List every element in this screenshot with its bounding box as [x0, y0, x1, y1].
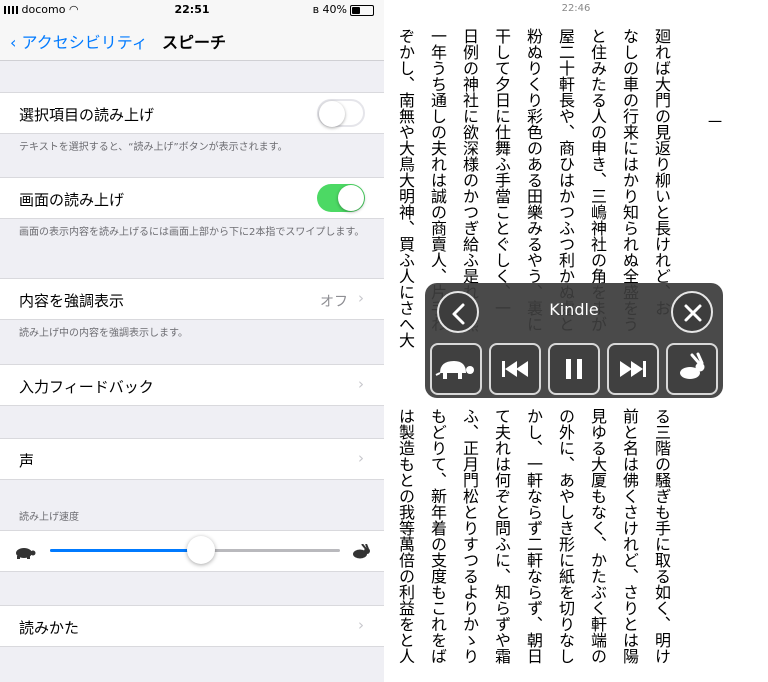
- slower-button[interactable]: [430, 343, 482, 395]
- bluetooth-icon: ʙ: [312, 3, 320, 16]
- pronunciations-row[interactable]: 読みかた ›: [0, 605, 384, 647]
- close-icon: [684, 304, 702, 322]
- pause-icon: [566, 359, 582, 379]
- text-column-top: 干して夕日に仕舞ふ手當ことぐしく、一: [492, 28, 511, 316]
- speaking-rate-header: 読み上げ速度: [19, 512, 79, 523]
- turtle-icon: [435, 361, 474, 379]
- status-bar: docomo ◠ 22:51 ʙ 40%: [0, 0, 384, 20]
- back-label: アクセシビリティ: [21, 33, 148, 52]
- pronunciations-label: 読みかた: [19, 619, 80, 637]
- speak-selection-row[interactable]: 選択項目の読み上げ: [0, 92, 384, 134]
- toggle-knob: [319, 101, 345, 127]
- skip-back-button[interactable]: [489, 343, 541, 395]
- turtle-icon: [16, 548, 36, 559]
- skip-forward-button[interactable]: [607, 343, 659, 395]
- chevron-left-icon: ‹: [10, 33, 17, 52]
- highlight-content-value: オフ: [320, 294, 348, 310]
- speak-selection-label: 選択項目の読み上げ: [19, 106, 155, 124]
- speech-controller: Kindle: [425, 283, 723, 398]
- speak-selection-note: テキストを選択すると、“読み上げ”ボタンが表示されます。: [19, 142, 288, 153]
- skip-back-icon: [502, 361, 528, 377]
- text-column-top: ぞかし、南無や大鳥大明神、買ふ人にさへ大: [396, 28, 415, 348]
- battery-percent: 40%: [322, 3, 347, 16]
- close-button[interactable]: [671, 291, 713, 333]
- speak-screen-row[interactable]: 画面の読み上げ: [0, 177, 384, 219]
- settings-screen: docomo ◠ 22:51 ʙ 40% ‹ アクセシビリティ スピーチ 選択項…: [0, 0, 384, 682]
- skip-forward-icon: [620, 361, 646, 377]
- highlight-content-note: 読み上げ中の内容を強調表示します。: [19, 328, 188, 339]
- battery-icon: [350, 4, 374, 16]
- chevron-right-icon: ›: [358, 616, 364, 634]
- slider-fill: [50, 549, 201, 552]
- voices-row[interactable]: 声 ›: [0, 438, 384, 480]
- speak-screen-toggle[interactable]: [317, 184, 365, 212]
- voices-label: 声: [19, 452, 35, 470]
- faster-button[interactable]: [666, 343, 718, 395]
- nav-bar: ‹ アクセシビリティ スピーチ: [0, 20, 384, 61]
- chevron-right-icon: ›: [358, 289, 364, 307]
- speaking-rate-slider[interactable]: [50, 536, 340, 564]
- chevron-right-icon: ›: [358, 375, 364, 393]
- toggle-knob: [338, 185, 364, 211]
- typing-feedback-row[interactable]: 入力フィードバック ›: [0, 364, 384, 406]
- speak-screen-label: 画面の読み上げ: [19, 191, 125, 209]
- page-mark: 一: [708, 115, 722, 131]
- status-right: ʙ 40%: [313, 3, 374, 16]
- highlight-content-label: 内容を強調表示: [19, 292, 125, 310]
- text-column-top: 廻れば大門の見返り柳いと長けれど、お: [652, 28, 671, 316]
- slider-knob[interactable]: [186, 536, 215, 564]
- back-button[interactable]: ‹ アクセシビリティ: [10, 29, 148, 53]
- typing-feedback-label: 入力フィードバック: [19, 378, 154, 396]
- speak-selection-toggle[interactable]: [317, 99, 365, 127]
- text-column: ぞかし、南無や大鳥大明神、買ふ人にさへ大は製造もとの我等萬倍の利益をと人ごとに: [393, 28, 417, 668]
- page-title: スピーチ: [162, 33, 227, 52]
- rabbit-icon: [353, 544, 370, 559]
- rabbit-icon: [680, 352, 705, 379]
- highlight-content-row[interactable]: 内容を強調表示 オフ ›: [0, 278, 384, 320]
- chevron-right-icon: ›: [358, 449, 364, 467]
- speak-screen-note: 画面の表示内容を読み上げるには画面上部から下に2本指でスワイプします。: [19, 227, 365, 238]
- reader-time: 22:46: [561, 3, 591, 14]
- pause-button[interactable]: [548, 343, 600, 395]
